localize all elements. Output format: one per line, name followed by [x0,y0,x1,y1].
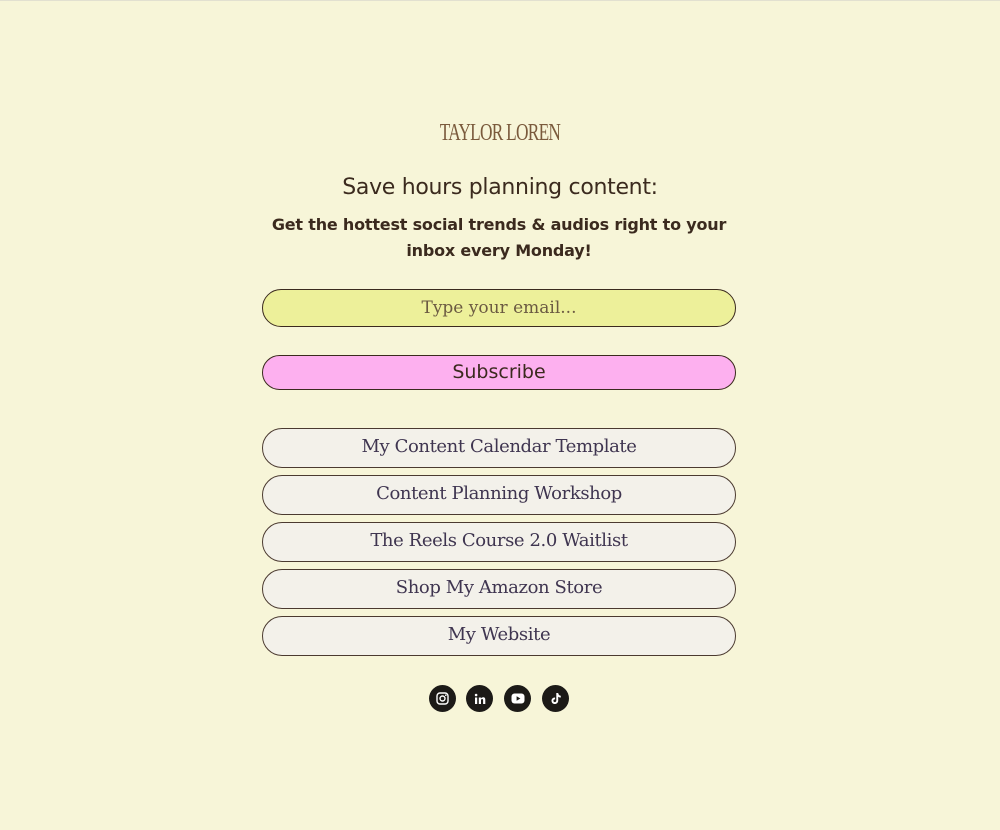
signup-headline: Save hours planning content: [342,175,658,200]
tiktok-icon[interactable] [542,685,569,712]
link-reels-course-waitlist[interactable]: The Reels Course 2.0 Waitlist [262,522,736,562]
linkedin-icon[interactable] [466,685,493,712]
email-input[interactable] [262,289,736,327]
link-content-planning-workshop[interactable]: Content Planning Workshop [262,475,736,515]
signup-subtext: Get the hottest social trends & audios r… [271,215,727,260]
link-in-bio-page: TAYLOR LOREN Save hours planning content… [0,1,1000,830]
brand-logo: TAYLOR LOREN [439,120,561,146]
instagram-icon[interactable] [429,685,456,712]
link-amazon-store[interactable]: Shop My Amazon Store [262,569,736,609]
subscribe-button[interactable]: Subscribe [262,355,736,390]
link-content-calendar-template[interactable]: My Content Calendar Template [262,428,736,468]
youtube-icon[interactable] [504,685,531,712]
link-website[interactable]: My Website [262,616,736,656]
